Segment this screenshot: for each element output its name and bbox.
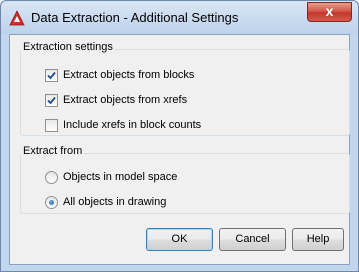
close-icon: x: [325, 3, 334, 19]
extract-from-blocks-checkbox[interactable]: [45, 68, 58, 82]
model-space-radio[interactable]: [45, 170, 58, 184]
model-space-label: Objects in model space: [63, 171, 178, 183]
checkmark-icon: [47, 71, 56, 79]
dialog-client-area: Extraction settings Extract objects from…: [9, 34, 350, 265]
close-button[interactable]: x: [307, 2, 352, 22]
dialog-window: Data Extraction - Additional Settings x …: [0, 0, 359, 272]
autocad-app-icon: [9, 10, 25, 26]
all-objects-option[interactable]: All objects in drawing: [45, 194, 166, 210]
cancel-button[interactable]: Cancel: [219, 228, 286, 251]
extraction-settings-label: Extraction settings: [21, 41, 115, 53]
window-title: Data Extraction - Additional Settings: [31, 10, 239, 25]
extract-from-blocks-label: Extract objects from blocks: [63, 69, 195, 81]
ok-button[interactable]: OK: [146, 228, 213, 251]
extract-from-xrefs-label: Extract objects from xrefs: [63, 94, 188, 106]
include-xrefs-label: Include xrefs in block counts: [63, 119, 202, 131]
checkmark-icon: [47, 96, 56, 104]
extract-from-xrefs-checkbox[interactable]: [45, 93, 58, 107]
extract-from-blocks-option[interactable]: Extract objects from blocks: [45, 67, 194, 83]
all-objects-radio[interactable]: [45, 195, 58, 209]
include-xrefs-option[interactable]: Include xrefs in block counts: [45, 117, 201, 133]
extract-from-group: Extract from Objects in model space All …: [20, 145, 350, 214]
radio-dot-icon: [49, 199, 54, 205]
extract-from-label: Extract from: [21, 145, 85, 157]
model-space-option[interactable]: Objects in model space: [45, 169, 177, 185]
include-xrefs-checkbox[interactable]: [45, 118, 58, 132]
help-button[interactable]: Help: [292, 228, 344, 251]
all-objects-label: All objects in drawing: [63, 196, 167, 208]
extraction-settings-group: Extraction settings Extract objects from…: [20, 41, 350, 136]
title-bar[interactable]: Data Extraction - Additional Settings x: [1, 1, 358, 34]
extract-from-xrefs-option[interactable]: Extract objects from xrefs: [45, 92, 187, 108]
